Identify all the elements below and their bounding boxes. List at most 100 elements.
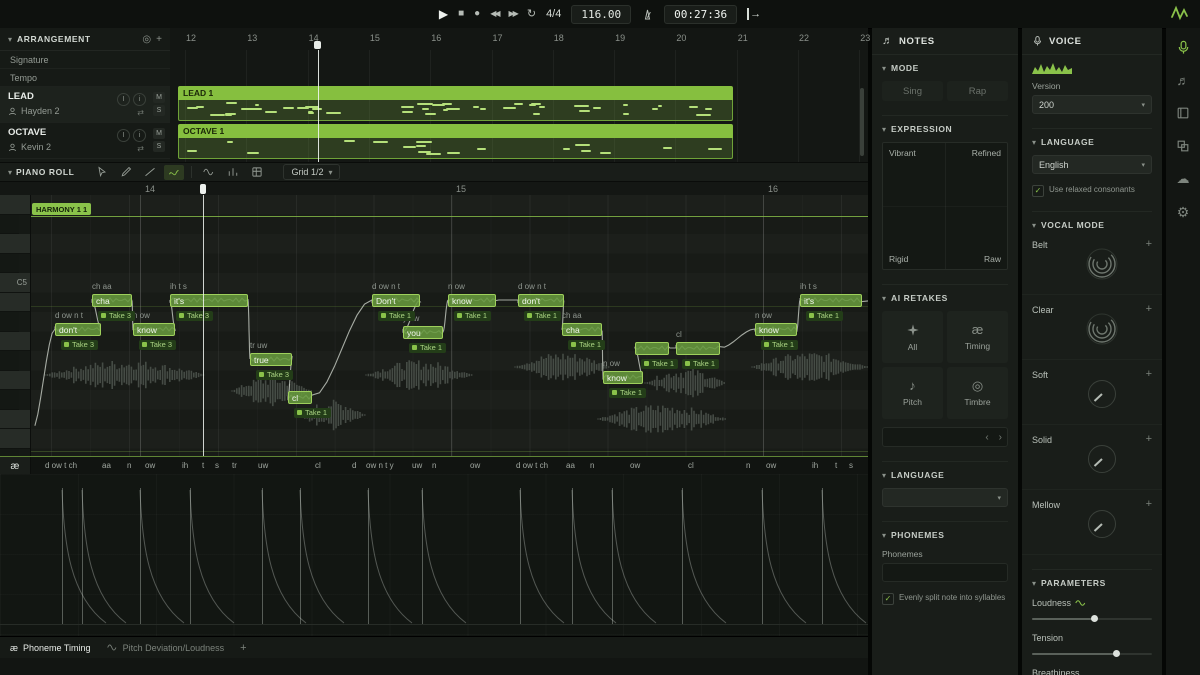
vertical-scrollbar[interactable]	[860, 88, 864, 156]
piano-key-white[interactable]	[0, 410, 30, 430]
line-tool-icon[interactable]	[140, 165, 160, 180]
solo-button[interactable]: S	[153, 105, 165, 116]
phoneme-token[interactable]: s	[215, 461, 219, 470]
take-badge[interactable]: Take 3	[139, 340, 176, 350]
take-badge[interactable]: Take 1	[378, 311, 415, 321]
microphone-tab-icon[interactable]	[1174, 38, 1192, 56]
phoneme-token[interactable]: ow	[766, 461, 776, 470]
clip-body[interactable]	[178, 100, 733, 121]
instrumental-button[interactable]: I	[117, 93, 130, 106]
fast-forward-button[interactable]: ▶▶	[509, 10, 517, 18]
piano-roll-note[interactable]: it's	[170, 294, 248, 307]
phoneme-token[interactable]: cl	[688, 461, 694, 470]
retake-timbre-button[interactable]: ◎ Timbre	[947, 367, 1008, 419]
phoneme-strip[interactable]: æ d ow t chaanowihtstruwcldow n t yuwnow…	[0, 456, 868, 476]
voice-waveform-thumbnail[interactable]	[1032, 61, 1072, 75]
mode-section-header[interactable]: ▾ MODE	[882, 55, 1008, 73]
piano-roll-note[interactable]	[676, 342, 720, 355]
mute-button[interactable]: M	[153, 92, 165, 103]
take-badge[interactable]: Take 1	[806, 311, 843, 321]
automation-wave-icon[interactable]	[1075, 599, 1087, 607]
take-badge[interactable]: Take 3	[256, 370, 293, 380]
piano-roll-ruler[interactable]: 141516	[0, 182, 868, 196]
take-badge[interactable]: Take 1	[454, 311, 491, 321]
playhead-marker[interactable]	[200, 184, 206, 194]
target-icon[interactable]: ◎	[142, 34, 151, 45]
piano-key-white[interactable]	[0, 195, 30, 215]
swap-icon[interactable]: ⇄	[137, 144, 144, 153]
take-badge[interactable]: Take 1	[524, 311, 561, 321]
harmony-group-label[interactable]: HARMONY 1 1	[32, 203, 91, 215]
piano-key-black[interactable]	[0, 449, 19, 457]
piano-key-black[interactable]	[0, 390, 19, 410]
clip-lead-1[interactable]: LEAD 1	[178, 86, 733, 121]
belt-knob[interactable]	[1084, 246, 1120, 282]
retake-selector[interactable]: ‹ ›	[882, 427, 1008, 447]
add-vocal-mode-button[interactable]: +	[1146, 433, 1152, 445]
piano-roll-note[interactable]	[635, 342, 669, 355]
track-row-octave[interactable]: OCTAVE Kevin 2 I i ⇄ M S	[0, 123, 170, 159]
clip-body[interactable]	[178, 138, 733, 159]
relaxed-consonants-checkbox-row[interactable]: ✓ Use relaxed consonants	[1032, 185, 1152, 197]
phonemes-section-header[interactable]: ▾ PHONEMES	[882, 521, 1008, 540]
next-retake-button[interactable]: ›	[994, 432, 1007, 443]
add-vocal-mode-button[interactable]: +	[1146, 303, 1152, 315]
loop-button[interactable]: ↻	[527, 9, 536, 20]
snap-tool-icon[interactable]	[247, 165, 267, 180]
time-display[interactable]: 00:27:36	[664, 5, 737, 24]
cloud-tab-icon[interactable]: ☁	[1174, 170, 1192, 188]
piano-key-white[interactable]: C5	[0, 273, 30, 293]
take-badge[interactable]: Take 1	[761, 340, 798, 350]
phoneme-token[interactable]: ow	[470, 461, 480, 470]
phoneme-token[interactable]: n	[590, 461, 594, 470]
stop-button[interactable]: ■	[458, 9, 464, 19]
piano-key-black[interactable]	[0, 312, 19, 332]
phoneme-token[interactable]: n	[746, 461, 750, 470]
language-section-header[interactable]: ▾ LANGUAGE	[882, 461, 1008, 480]
clear-knob[interactable]	[1084, 311, 1120, 347]
grid-size-dropdown[interactable]: Grid 1/2 ▾	[283, 164, 340, 180]
playhead-marker[interactable]	[314, 41, 321, 49]
wave-tool-icon[interactable]	[199, 165, 219, 180]
take-badge[interactable]: Take 1	[609, 388, 646, 398]
arrangement-timeline-ruler[interactable]: 121314151617181920212223	[170, 28, 868, 51]
go-to-end-button[interactable]: →	[747, 8, 761, 20]
piano-key-black[interactable]	[0, 351, 19, 371]
curve-tool-icon[interactable]	[164, 165, 184, 180]
tension-slider[interactable]	[1032, 650, 1152, 658]
record-button[interactable]: ●	[474, 9, 480, 19]
phoneme-token[interactable]: ow n t y	[366, 461, 394, 470]
piano-roll-canvas[interactable]: d ow n tdon'tTake 3ch aachaTake 3n owkno…	[0, 195, 868, 456]
expression-section-header[interactable]: ▾ EXPRESSION	[882, 115, 1008, 134]
piano-key-white[interactable]	[0, 293, 30, 313]
arrangement-clip-area[interactable]: LEAD 1 OCTAVE 1	[170, 50, 868, 162]
library-tab-icon[interactable]	[1174, 104, 1192, 122]
phoneme-token[interactable]: t	[202, 461, 204, 470]
phoneme-token[interactable]: uw	[412, 461, 422, 470]
phoneme-token[interactable]: aa	[566, 461, 575, 470]
take-badge[interactable]: Take 1	[294, 408, 331, 418]
add-vocal-mode-button[interactable]: +	[1146, 238, 1152, 250]
levels-tool-icon[interactable]	[223, 165, 243, 180]
add-panel-button[interactable]: +	[240, 642, 246, 654]
phoneme-token[interactable]: tr	[232, 461, 237, 470]
take-badge[interactable]: Take 1	[409, 343, 446, 353]
solid-knob[interactable]	[1084, 441, 1120, 477]
take-badge[interactable]: Take 3	[98, 311, 135, 321]
piano-keyboard[interactable]: C5	[0, 195, 31, 456]
phoneme-token[interactable]: aa	[102, 461, 111, 470]
mute-button[interactable]: M	[153, 128, 165, 139]
phoneme-token[interactable]: ow	[145, 461, 155, 470]
piano-key-white[interactable]	[0, 429, 30, 449]
phoneme-timing-panel[interactable]	[0, 474, 868, 636]
mellow-knob[interactable]	[1084, 506, 1120, 542]
track-row-lead[interactable]: LEAD Hayden 2 I i ⇄ M S	[0, 87, 170, 123]
retake-pitch-button[interactable]: ♪ Pitch	[882, 367, 943, 419]
retake-timing-button[interactable]: æ Timing	[947, 311, 1008, 363]
version-dropdown[interactable]: 200 ▾	[1032, 95, 1152, 114]
voice-language-dropdown[interactable]: English ▾	[1032, 155, 1152, 174]
piano-key-white[interactable]	[0, 371, 30, 391]
piano-roll-note[interactable]: don't	[518, 294, 564, 307]
info-button[interactable]: i	[133, 93, 146, 106]
piano-roll-note[interactable]: it's	[800, 294, 862, 307]
